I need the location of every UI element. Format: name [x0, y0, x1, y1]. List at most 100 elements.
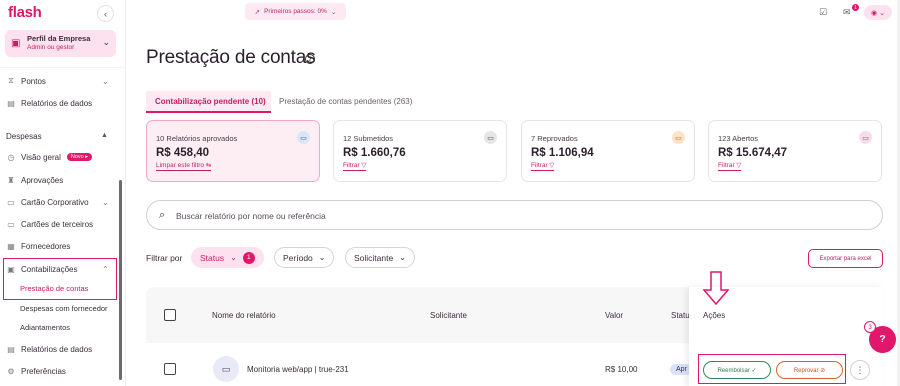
clock-icon: ⧖	[8, 76, 14, 85]
filter-link[interactable]: Filtrar ▽	[531, 161, 555, 171]
folder-icon: ▭	[859, 131, 872, 144]
export-excel-button[interactable]: Exportar para excel	[808, 249, 883, 268]
collapse-sidebar-button[interactable]: ‹	[97, 5, 114, 22]
sidebar-item-label: Relatórios de dados	[21, 344, 93, 354]
building-icon: ▣	[11, 38, 21, 49]
report-name[interactable]: Monitoria web/app | true-231	[247, 365, 349, 374]
highlight-annotation	[698, 354, 846, 384]
sidebar-item-label: Aprovações	[21, 175, 64, 185]
header-actions: Ações	[703, 311, 726, 320]
sidebar-item-label: Cartão Corporativo	[21, 197, 89, 207]
filter-link[interactable]: Filtrar ▽	[343, 161, 367, 171]
summary-card-reprovados[interactable]: 7 Reprovados R$ 1.106,94 Filtrar ▽ ▭	[521, 120, 695, 182]
card-title: 123 Abertos	[718, 134, 759, 143]
header-value[interactable]: Valor	[605, 311, 623, 320]
sidebar-item-fornecedores[interactable]: ▦ Fornecedores	[6, 238, 70, 254]
header-requester[interactable]: Solicitante	[430, 311, 467, 320]
header-status[interactable]: Statu	[671, 311, 690, 320]
sidebar-item-label: Fornecedores	[21, 241, 71, 251]
headset-icon: ?	[879, 334, 886, 345]
gear-icon: ⚙	[7, 366, 15, 376]
search-icon: ⌕	[159, 209, 166, 221]
sidebar-item-relatorios-dados[interactable]: ▤ Relatórios de dados	[6, 95, 92, 111]
chip-label: Status	[200, 252, 225, 263]
folder-icon: ▭	[672, 131, 685, 144]
chevron-down-icon: ⌄	[399, 253, 406, 262]
sidebar-item-relatorios-dados-2[interactable]: ▤ Relatórios de dados	[6, 341, 92, 357]
tab-prestacao-pendentes[interactable]: Prestação de contas pendentes (263)	[279, 97, 412, 106]
chevron-down-icon: ⌄	[330, 8, 337, 16]
row-checkbox[interactable]	[164, 363, 176, 375]
card-value: R$ 1.106,94	[531, 147, 594, 159]
sidebar-item-preferencias[interactable]: ⚙ Preferências	[6, 363, 66, 379]
highlight-annotation	[3, 258, 117, 300]
divider	[0, 67, 126, 68]
sidebar: flash ‹ ▣ Perfil da Empresa Admin ou ges…	[0, 0, 126, 386]
select-all-checkbox[interactable]	[164, 309, 176, 321]
period-filter-chip[interactable]: Período ⌄	[274, 247, 335, 268]
tab-contabilizacao-pendente[interactable]: Contabilização pendente (10)	[146, 91, 271, 113]
rocket-icon: ➚	[254, 8, 261, 16]
status-filter-chip[interactable]: Status ⌄ 1	[191, 247, 264, 268]
chip-label: Solicitante	[354, 252, 394, 263]
chart-icon: ▤	[7, 344, 15, 354]
requester-filter-chip[interactable]: Solicitante ⌄	[345, 247, 415, 268]
chevron-up-icon[interactable]: ▲	[101, 132, 108, 139]
help-icon[interactable]: ?	[305, 54, 315, 64]
company-profile-selector[interactable]: ▣ Perfil da Empresa Admin ou gestor ⌄	[5, 30, 116, 57]
sidebar-item-label: Visão geral	[21, 152, 61, 162]
chart-icon: ▤	[7, 98, 15, 108]
report-value: R$ 10,00	[605, 365, 638, 374]
sidebar-item-visao-geral[interactable]: ◷ Visão geral Novo ▸	[6, 149, 93, 165]
flash-logo: flash	[8, 4, 42, 21]
sidebar-item-label: Relatórios de dados	[21, 98, 93, 108]
card-title: 7 Reprovados	[531, 134, 578, 143]
arrow-down-annotation	[703, 271, 729, 305]
card-value: R$ 1.660,76	[343, 147, 406, 159]
card-icon: ▭	[7, 197, 15, 207]
folder-icon: ▭	[213, 356, 239, 382]
sidebar-item-cartoes-terceiros[interactable]: ▭ Cartões de terceiros	[6, 216, 93, 232]
sidebar-subitem-adiantamentos[interactable]: Adiantamentos	[20, 323, 70, 332]
sidebar-item-pontos[interactable]: ⧖ Pontos ⌄	[6, 73, 109, 89]
chevron-down-icon: ⌄	[102, 37, 110, 47]
chat-count-badge: 3	[864, 321, 876, 333]
filter-link[interactable]: Filtrar ▽	[718, 161, 742, 171]
chevron-down-icon: ⌄	[879, 9, 885, 17]
onboarding-progress-button[interactable]: ➚ Primeiros passos: 0% ⌄	[245, 3, 346, 20]
notification-badge: 1	[852, 4, 859, 11]
header-name[interactable]: Nome do relatório	[212, 311, 276, 320]
search-bar: ⌕	[146, 200, 883, 230]
mail-icon[interactable]: ✉	[843, 7, 851, 18]
card-value: R$ 15.674,47	[718, 147, 788, 159]
filter-label: Filtrar por	[146, 253, 183, 263]
sidebar-item-cartao-corporativo[interactable]: ▭ Cartão Corporativo ⌄	[6, 194, 108, 210]
checklist-icon[interactable]: ☑	[819, 7, 827, 18]
page-title: Prestação de contas	[146, 47, 316, 68]
folder-icon: ▭	[297, 131, 310, 144]
card-title: 12 Submetidos	[343, 134, 394, 143]
clear-filter-link[interactable]: Limpar este filtro ⇆	[156, 161, 212, 171]
profile-name: Perfil da Empresa	[27, 34, 91, 43]
summary-card-abertos[interactable]: 123 Abertos R$ 15.674,47 Filtrar ▽ ▭	[708, 120, 882, 182]
sidebar-scrollbar[interactable]	[119, 180, 122, 380]
chevron-down-icon: ⌄	[102, 76, 109, 86]
cards-icon: ▭	[7, 219, 15, 229]
gauge-icon: ◷	[7, 152, 15, 162]
chevron-down-icon: ⌄	[318, 253, 326, 262]
folder-icon: ▭	[484, 131, 497, 144]
sidebar-item-label: Pontos	[21, 76, 46, 86]
summary-card-submetidos[interactable]: 12 Submetidos R$ 1.660,76 Filtrar ▽ ▭	[333, 120, 507, 182]
sidebar-subitem-despesas-fornecedor[interactable]: Despesas com fornecedor	[20, 304, 108, 313]
user-menu-button[interactable]: ◉ ⌄	[864, 5, 892, 20]
chevron-left-icon: ‹	[104, 8, 107, 19]
store-icon: ▦	[7, 241, 15, 251]
more-options-button[interactable]: ⋮	[850, 360, 870, 380]
search-input[interactable]	[176, 207, 856, 224]
sidebar-item-aprovacoes[interactable]: ♜ Aprovações	[6, 172, 63, 188]
filter-count-badge: 1	[242, 251, 255, 264]
card-title: 10 Relatórios aprovados	[156, 134, 238, 143]
summary-card-aprovados[interactable]: 10 Relatórios aprovados R$ 458,40 Limpar…	[146, 120, 320, 182]
new-badge: Novo ▸	[66, 153, 93, 161]
sidebar-item-label: Cartões de terceiros	[21, 219, 94, 229]
